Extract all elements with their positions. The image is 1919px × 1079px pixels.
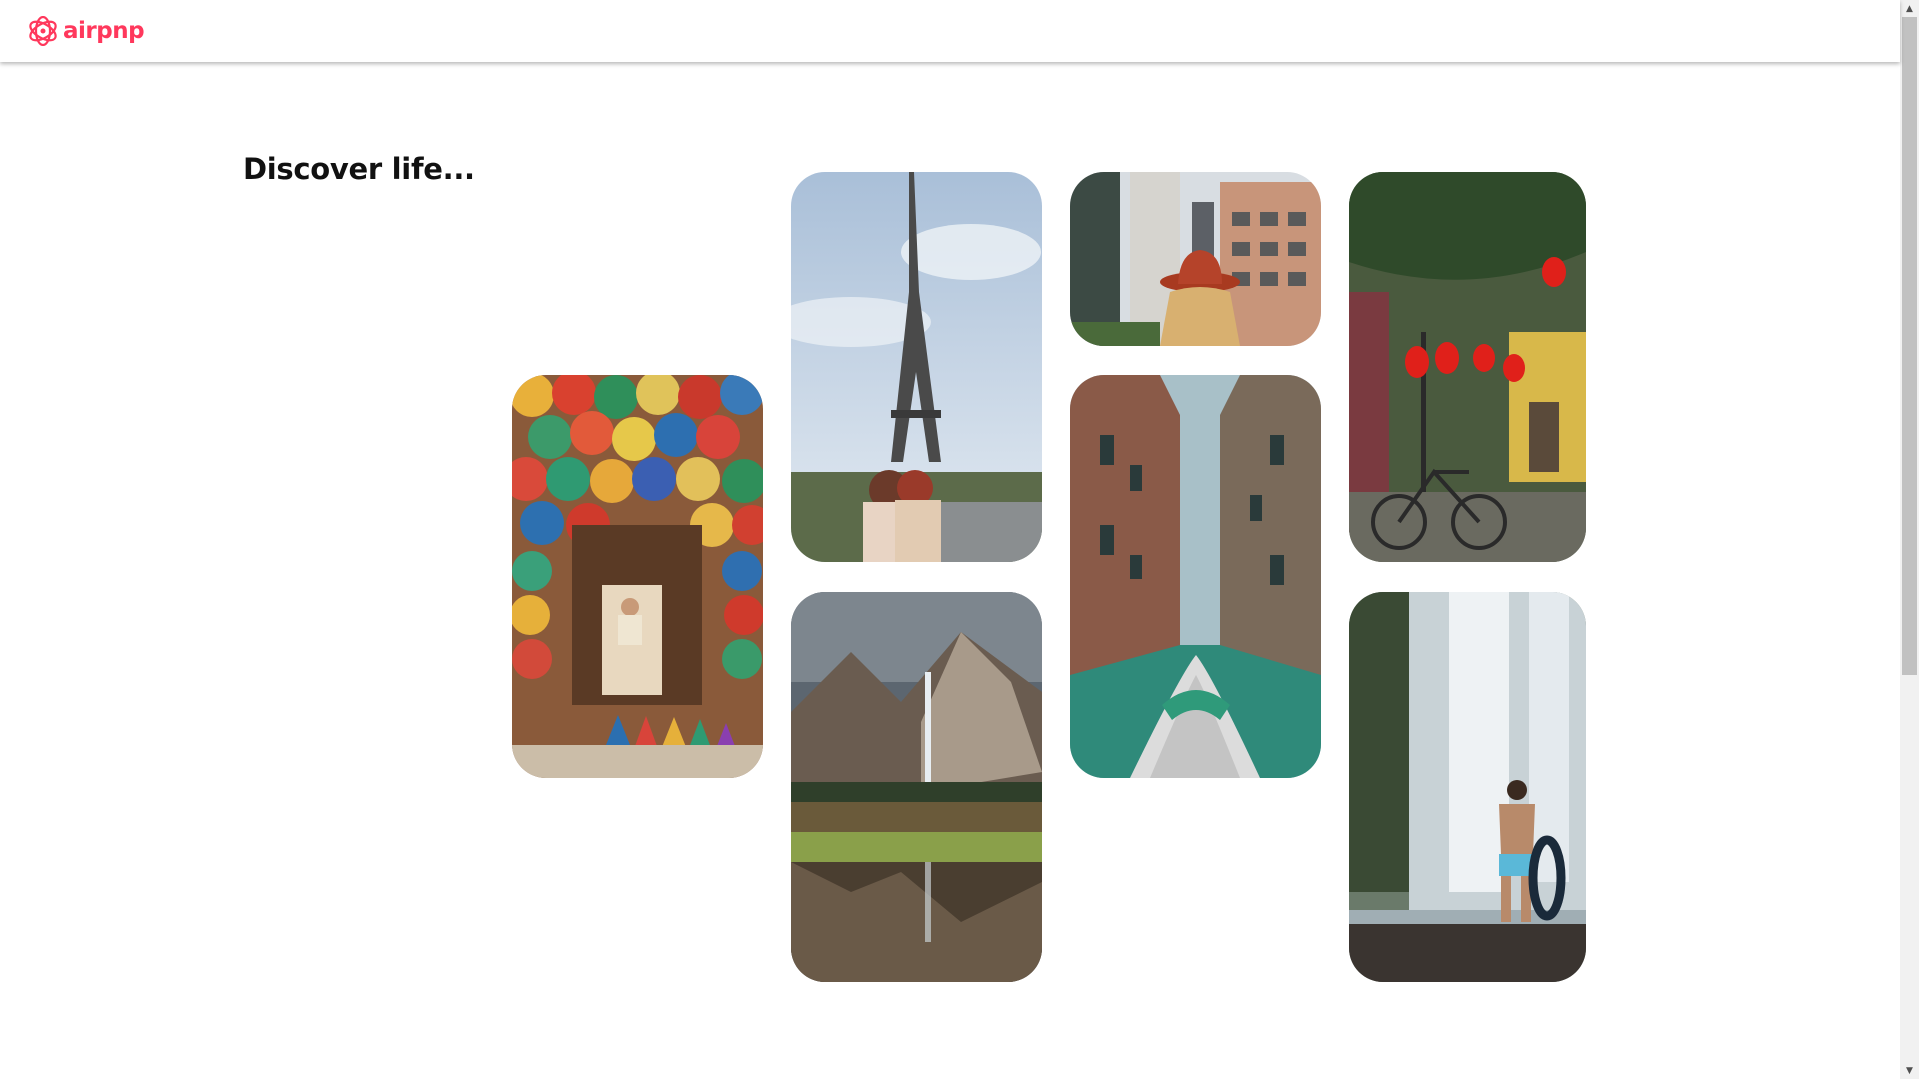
navbar: airpnp xyxy=(0,0,1900,62)
vertical-scrollbar[interactable]: ▲ ▼ xyxy=(1900,0,1919,1079)
page-heading: Discover life... xyxy=(243,152,475,186)
brand-logo-link[interactable]: airpnp xyxy=(26,16,145,46)
mountain-waterfall-photo[interactable] xyxy=(791,592,1042,982)
city-red-hat-photo[interactable] xyxy=(1070,172,1321,346)
eiffel-tower-photo[interactable] xyxy=(791,172,1042,562)
scroll-up-arrow-icon[interactable]: ▲ xyxy=(1900,0,1919,17)
red-lanterns-bicycle-photo[interactable] xyxy=(1349,172,1586,562)
market-bowls-photo[interactable] xyxy=(512,375,763,778)
venice-canal-photo[interactable] xyxy=(1070,375,1321,778)
scrollbar-thumb[interactable] xyxy=(1902,17,1917,675)
scroll-down-arrow-icon[interactable]: ▼ xyxy=(1900,1062,1919,1079)
brand-name: airpnp xyxy=(63,17,145,44)
waterfall-man-photo[interactable] xyxy=(1349,592,1586,982)
airpnp-logo-icon xyxy=(29,16,57,46)
